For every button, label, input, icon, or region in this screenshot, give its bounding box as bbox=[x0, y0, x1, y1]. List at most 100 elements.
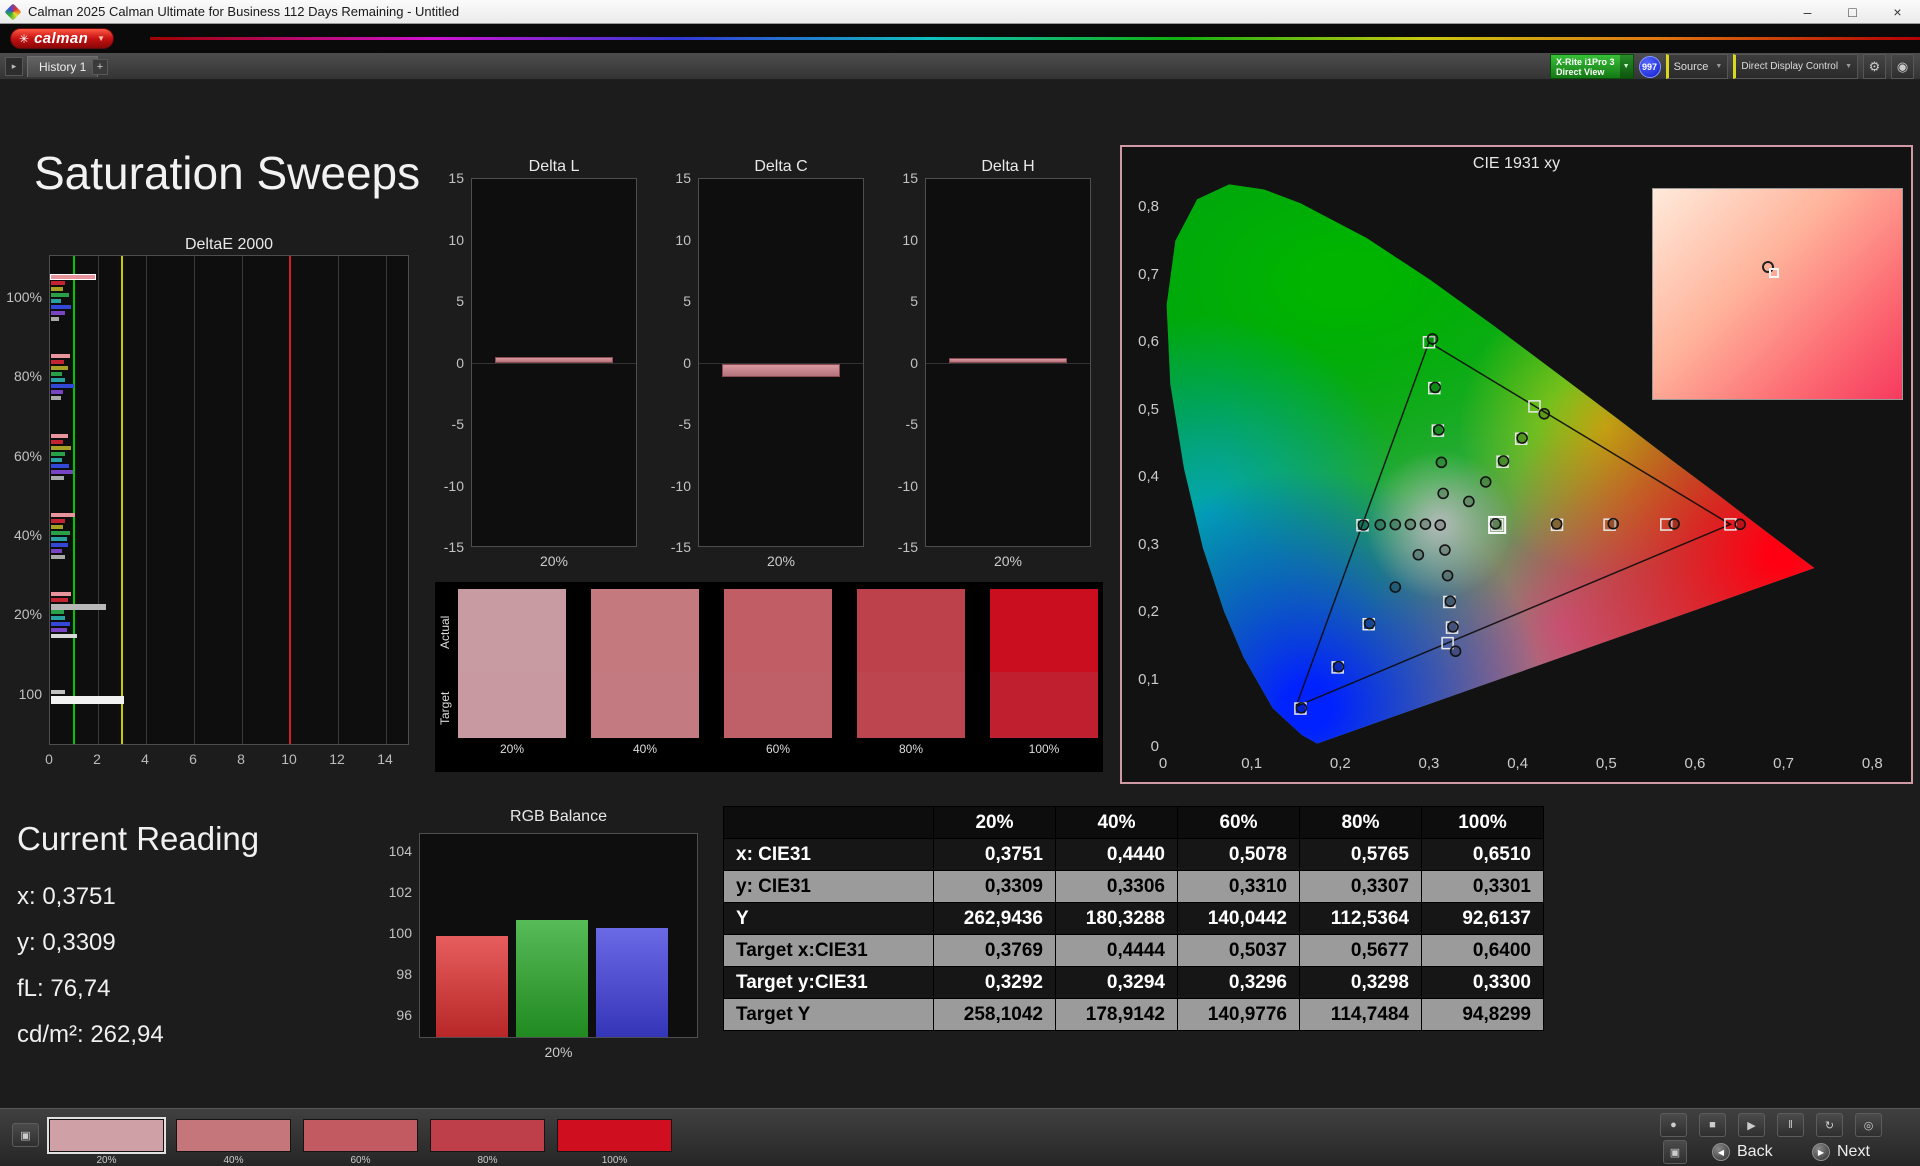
table-cell: 0,3751 bbox=[933, 838, 1056, 871]
measured-marker bbox=[1538, 407, 1551, 420]
x-axis-label: 20% bbox=[766, 553, 796, 569]
deltae-bar bbox=[51, 317, 60, 321]
sample-swatch bbox=[724, 589, 832, 738]
deltae-bar bbox=[51, 287, 63, 291]
minimize-button[interactable]: – bbox=[1785, 0, 1830, 23]
y-axis-labels: 100% 80% 60% 40% 20% 100 bbox=[6, 255, 45, 745]
actual-color bbox=[857, 589, 965, 672]
y-axis-tick: 0,3 bbox=[1138, 535, 1159, 553]
meter-connect-button[interactable]: X-Rite i1Pro 3 Direct View ▼ bbox=[1550, 54, 1634, 79]
reading-count-badge: 997 bbox=[1638, 55, 1661, 78]
measured-marker bbox=[1435, 456, 1448, 469]
saturation-swatch[interactable] bbox=[47, 1117, 166, 1154]
gridline bbox=[194, 256, 195, 744]
y-axis-tick: 0,5 bbox=[1138, 400, 1159, 418]
delta-bar bbox=[721, 363, 841, 378]
measured-marker bbox=[1374, 519, 1387, 531]
stop-icon[interactable]: ■ bbox=[1699, 1113, 1726, 1137]
deltae-bar bbox=[51, 536, 67, 541]
display-control-dropdown[interactable]: Direct Display Control ▼ bbox=[1733, 54, 1858, 79]
table-cell: 0,3310 bbox=[1177, 870, 1300, 903]
deltae-bar bbox=[51, 390, 63, 395]
y-axis-tick: -10 bbox=[897, 477, 918, 494]
close-button[interactable]: × bbox=[1875, 0, 1920, 23]
record-icon[interactable]: ● bbox=[1660, 1113, 1687, 1137]
reading-y: y: 0,3309 bbox=[17, 929, 116, 956]
y-axis-tick: 5 bbox=[456, 293, 464, 309]
measured-marker bbox=[1389, 518, 1402, 531]
table-row: Target y:CIE31 0,3292 0,3294 0,3296 0,3298 0,… bbox=[723, 966, 1544, 999]
table-cell: 0,4440 bbox=[1055, 838, 1178, 871]
next-button[interactable]: ▶ Next bbox=[1812, 1140, 1870, 1164]
next-label: Next bbox=[1837, 1143, 1870, 1160]
deltae-bar bbox=[51, 628, 67, 633]
x-axis-tick: 0,5 bbox=[1595, 755, 1617, 772]
chevron-down-icon: ▼ bbox=[1845, 63, 1852, 70]
saturation-swatch[interactable] bbox=[557, 1119, 672, 1152]
y-axis-tick: -5 bbox=[451, 416, 464, 432]
y-axis-tick: 10 bbox=[902, 231, 918, 248]
swatch-label: 40% bbox=[223, 1155, 244, 1166]
swatch-label: 60% bbox=[350, 1155, 371, 1166]
saturation-swatch[interactable] bbox=[176, 1119, 291, 1152]
deltae-bar bbox=[51, 463, 69, 468]
settings-gear-button[interactable]: ⚙ bbox=[1863, 54, 1886, 79]
meter-scope-button[interactable]: ◉ bbox=[1891, 54, 1914, 79]
y-axis-tick: -15 bbox=[897, 539, 918, 555]
x-axis-tick: 0,8 bbox=[1861, 755, 1883, 772]
group-label: 100% bbox=[6, 289, 42, 305]
deltae-bar bbox=[51, 554, 66, 559]
x-axis-tick: 12 bbox=[329, 751, 345, 767]
deltae-bar bbox=[51, 366, 68, 371]
source-dropdown[interactable]: Source ▼ bbox=[1665, 54, 1729, 79]
x-axis-label: 20% bbox=[993, 553, 1023, 569]
deltae-bar bbox=[51, 634, 78, 639]
plot-area bbox=[471, 178, 637, 547]
deltae-bar bbox=[51, 384, 74, 389]
maximize-button[interactable]: □ bbox=[1830, 0, 1875, 23]
y-axis-labels: 104 102 100 98 96 bbox=[385, 833, 415, 1038]
continuous-read-icon[interactable]: ↻ bbox=[1816, 1113, 1843, 1137]
brand-bar: ✳ calman ▼ bbox=[0, 24, 1920, 53]
target-icon[interactable]: ◎ bbox=[1855, 1113, 1882, 1137]
measured-marker bbox=[1463, 495, 1475, 508]
plot-area bbox=[698, 178, 864, 547]
swatch-label: 20% bbox=[499, 742, 525, 756]
pause-icon[interactable]: ‖ bbox=[1777, 1113, 1804, 1137]
meter-status-icon[interactable]: ▣ bbox=[12, 1123, 39, 1147]
chart-title: Delta L bbox=[528, 158, 580, 175]
measured-marker bbox=[1516, 432, 1528, 444]
back-icon: ◀ bbox=[1712, 1143, 1730, 1161]
deltae-bar bbox=[51, 548, 62, 553]
swatch-label: 80% bbox=[477, 1155, 498, 1166]
table-cell: 112,5364 bbox=[1299, 902, 1422, 935]
measured-marker bbox=[1449, 645, 1462, 658]
measured-marker bbox=[1404, 518, 1417, 531]
back-button[interactable]: ◀ Back bbox=[1712, 1140, 1773, 1164]
measured-marker bbox=[1363, 617, 1376, 630]
measured-marker bbox=[1607, 517, 1620, 530]
saturation-swatch[interactable] bbox=[430, 1119, 545, 1152]
calman-logo-menu[interactable]: ✳ calman ▼ bbox=[10, 28, 115, 49]
x-axis-tick: 2 bbox=[93, 751, 101, 767]
target-row-label: Target bbox=[438, 691, 452, 725]
layout-button[interactable]: ▣ bbox=[1663, 1140, 1687, 1164]
reading-x: x: 0,3751 bbox=[17, 883, 116, 910]
history-scroll-button[interactable]: ▸ bbox=[5, 57, 23, 76]
tab-history-1[interactable]: History 1 bbox=[27, 56, 99, 77]
deltae-bar bbox=[51, 299, 61, 303]
y-axis-tick: 104 bbox=[388, 842, 412, 859]
y-axis-tick: 15 bbox=[675, 170, 691, 186]
table-row: Target Y 258,1042 178,9142 140,9776 114,7484… bbox=[723, 998, 1544, 1031]
x-axis-tick: 6 bbox=[189, 751, 197, 767]
add-tab-button[interactable]: + bbox=[92, 59, 108, 75]
play-icon[interactable]: ▶ bbox=[1738, 1113, 1765, 1137]
saturation-swatch[interactable] bbox=[303, 1119, 418, 1152]
measured-marker bbox=[1434, 519, 1447, 531]
measured-marker bbox=[1437, 487, 1449, 500]
bottom-bar: ▣ ▣ ◀ Back ▶ Next 20% 40% 60% 80% 100% ● ■ ▶ ‖ ↻ ◎ bbox=[0, 1108, 1920, 1166]
y-axis-tick: 0 bbox=[910, 354, 918, 371]
table-cell: 0,3296 bbox=[1177, 966, 1300, 999]
target-marker bbox=[1768, 268, 1779, 278]
deltae-bar bbox=[51, 354, 71, 359]
